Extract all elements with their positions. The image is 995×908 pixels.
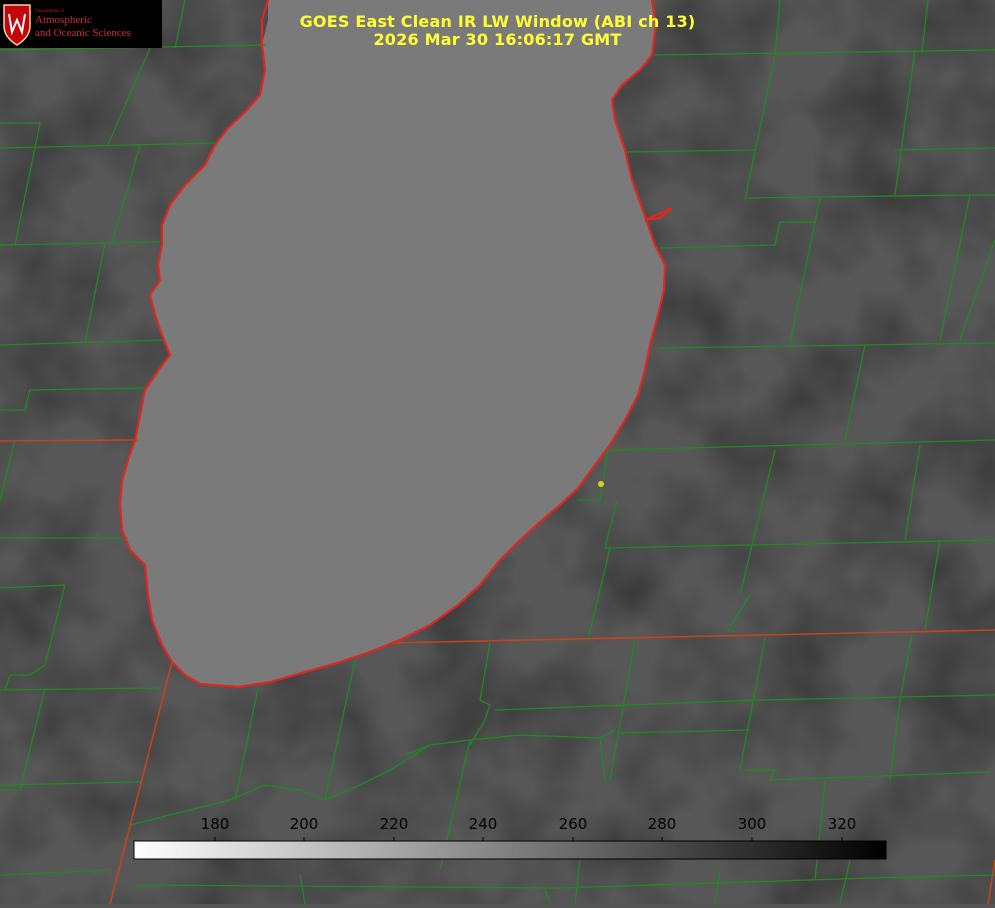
colorbar-tick-label: 260 — [558, 815, 588, 833]
location-marker — [598, 481, 604, 487]
colorbar-tick-label: 200 — [289, 815, 319, 833]
colorbar-tick-label: 240 — [468, 815, 498, 833]
image-title: GOES East Clean IR LW Window (ABI ch 13) — [299, 12, 696, 31]
satellite-image — [0, 0, 995, 905]
colorbar-tick-label: 300 — [737, 815, 767, 833]
colorbar-tick-label: 180 — [200, 815, 230, 833]
colorbar-tick-label: 220 — [379, 815, 409, 833]
colorbar-tick-label: 280 — [647, 815, 677, 833]
colorbar-tick-label: 320 — [827, 815, 857, 833]
image-timestamp: 2026 Mar 30 16:06:17 GMT — [373, 30, 622, 49]
colorbar — [133, 840, 887, 860]
